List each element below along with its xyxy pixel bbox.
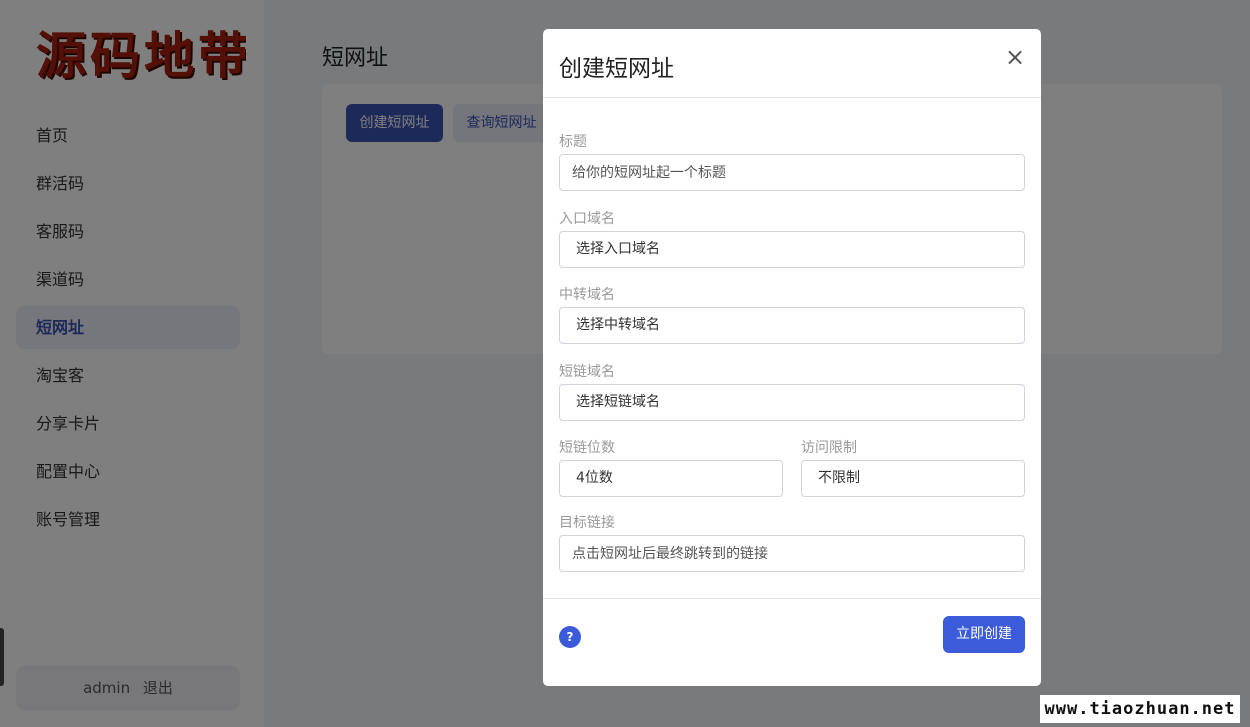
entry-domain-label: 入口域名 bbox=[559, 211, 615, 227]
help-icon[interactable]: ? bbox=[559, 626, 581, 648]
relay-domain-label: 中转域名 bbox=[559, 287, 615, 303]
target-url-input[interactable] bbox=[559, 535, 1025, 572]
relay-domain-select[interactable]: 选择中转域名 bbox=[559, 307, 1025, 344]
title-label: 标题 bbox=[559, 134, 587, 150]
short-domain-label: 短链域名 bbox=[559, 364, 615, 380]
close-icon[interactable]: × bbox=[1005, 45, 1025, 69]
modal-header: 创建短网址 × bbox=[543, 29, 1041, 98]
short-length-label: 短链位数 bbox=[559, 440, 615, 456]
create-short-url-modal: 创建短网址 × 标题 入口域名 选择入口域名 中转域名 选择中转域名 短链域名 … bbox=[543, 29, 1041, 686]
modal-footer: ? 立即创建 bbox=[543, 598, 1041, 686]
access-limit-label: 访问限制 bbox=[801, 440, 857, 456]
entry-domain-select[interactable]: 选择入口域名 bbox=[559, 231, 1025, 268]
target-url-label: 目标链接 bbox=[559, 515, 615, 531]
title-input[interactable] bbox=[559, 154, 1025, 191]
access-limit-select[interactable]: 不限制 bbox=[801, 460, 1025, 497]
create-now-button[interactable]: 立即创建 bbox=[943, 616, 1025, 653]
short-domain-select[interactable]: 选择短链域名 bbox=[559, 384, 1025, 421]
watermark: www.tiaozhuan.net bbox=[1040, 695, 1240, 723]
modal-title: 创建短网址 bbox=[559, 56, 674, 82]
short-length-select[interactable]: 4位数 bbox=[559, 460, 783, 497]
